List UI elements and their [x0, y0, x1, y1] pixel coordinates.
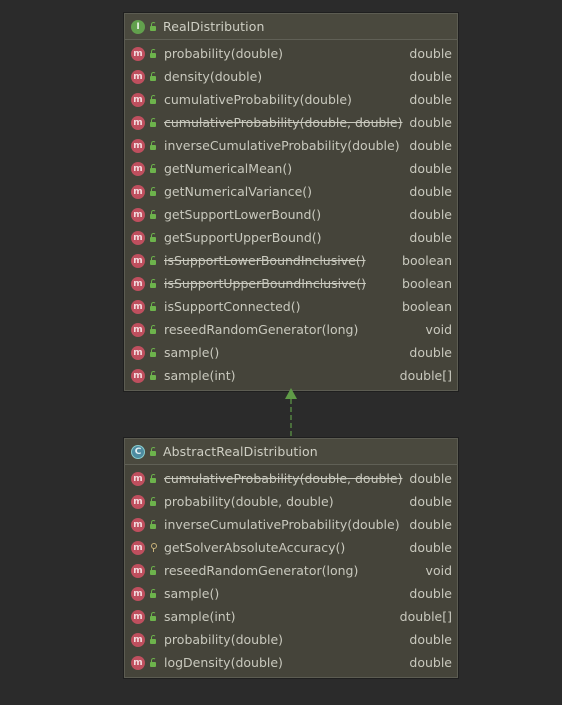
implements-arrow [285, 388, 297, 438]
implements-arrowhead-icon [285, 388, 297, 399]
